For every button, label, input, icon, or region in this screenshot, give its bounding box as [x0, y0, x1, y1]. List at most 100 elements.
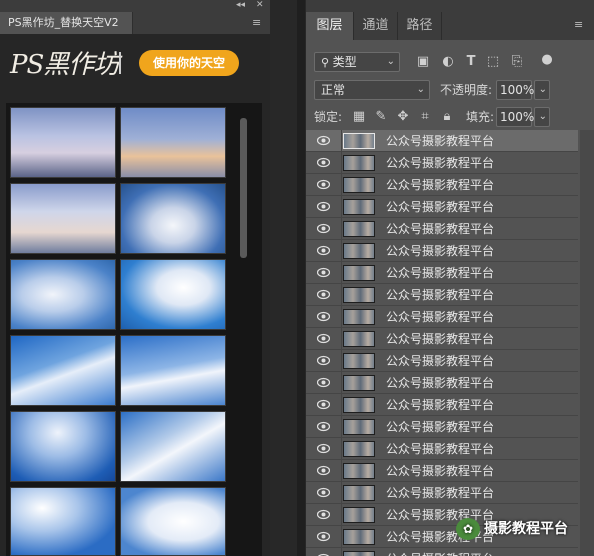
tab-layers[interactable]: 图层 [306, 12, 354, 40]
visibility-toggle[interactable] [306, 284, 342, 306]
filter-type-select[interactable]: ⚲ 类型 ⌄ [314, 52, 400, 72]
layer-row[interactable]: 公众号摄影教程平台 [306, 262, 578, 284]
fill-dropdown[interactable]: ⌄ [534, 107, 550, 127]
layer-thumbnail[interactable] [343, 529, 375, 545]
layer-thumbnail[interactable] [343, 485, 375, 501]
lock-all-icon[interactable]: 🔒︎ [438, 107, 456, 127]
sky-thumbnail[interactable] [120, 107, 226, 178]
lock-image-icon[interactable]: ✎ [372, 107, 390, 127]
double-chevron-icon[interactable]: ◂◂ [236, 0, 245, 10]
layer-name[interactable]: 公众号摄影教程平台 [386, 482, 494, 504]
hamburger-menu-icon[interactable]: ≡ [252, 17, 261, 28]
layer-row[interactable]: 公众号摄影教程平台 [306, 240, 578, 262]
layer-name[interactable]: 公众号摄影教程平台 [386, 196, 494, 218]
layer-name[interactable]: 公众号摄影教程平台 [386, 306, 494, 328]
layer-row[interactable]: 公众号摄影教程平台 [306, 152, 578, 174]
sky-thumbnail[interactable] [120, 259, 226, 330]
fill-input[interactable]: 100% [496, 107, 534, 127]
tab-paths[interactable]: 路径 [398, 12, 442, 40]
visibility-toggle[interactable] [306, 306, 342, 328]
layer-name[interactable]: 公众号摄影教程平台 [386, 328, 494, 350]
visibility-toggle[interactable] [306, 548, 342, 556]
layer-row[interactable]: 公众号摄影教程平台 [306, 394, 578, 416]
sky-thumbnail[interactable] [10, 259, 116, 330]
sky-thumbnail[interactable] [10, 107, 116, 178]
tab-sky-replace[interactable]: PS黑作坊_替换天空V2 [0, 12, 133, 34]
image-filter-icon[interactable]: ▣ [414, 52, 432, 72]
lock-artboard-icon[interactable]: ⌗ [416, 107, 434, 127]
layer-name[interactable]: 公众号摄影教程平台 [386, 240, 494, 262]
layer-thumbnail[interactable] [343, 353, 375, 369]
hamburger-menu-icon[interactable]: ≡ [574, 19, 583, 30]
layer-name[interactable]: 公众号摄影教程平台 [386, 416, 494, 438]
sky-thumbnail[interactable] [120, 487, 226, 556]
visibility-toggle[interactable] [306, 218, 342, 240]
close-icon[interactable]: ✕ [256, 0, 264, 10]
visibility-toggle[interactable] [306, 526, 342, 548]
layer-row[interactable]: 公众号摄影教程平台 [306, 174, 578, 196]
layer-row[interactable]: 公众号摄影教程平台 [306, 284, 578, 306]
layer-thumbnail[interactable] [343, 309, 375, 325]
lock-position-icon[interactable]: ✥ [394, 107, 412, 127]
visibility-toggle[interactable] [306, 394, 342, 416]
sky-thumbnail[interactable] [120, 411, 226, 482]
visibility-toggle[interactable] [306, 152, 342, 174]
layer-thumbnail[interactable] [343, 265, 375, 281]
visibility-toggle[interactable] [306, 438, 342, 460]
opacity-input[interactable]: 100% [496, 80, 534, 100]
layer-row[interactable]: 公众号摄影教程平台 [306, 460, 578, 482]
visibility-toggle[interactable] [306, 350, 342, 372]
layer-name[interactable]: 公众号摄影教程平台 [386, 174, 494, 196]
layer-name[interactable]: 公众号摄影教程平台 [386, 284, 494, 306]
sky-thumbnail[interactable] [120, 183, 226, 254]
visibility-toggle[interactable] [306, 372, 342, 394]
layer-thumbnail[interactable] [343, 397, 375, 413]
tab-channels[interactable]: 通道 [354, 12, 398, 40]
layer-thumbnail[interactable] [343, 133, 375, 149]
blend-mode-select[interactable]: 正常 ⌄ [314, 80, 430, 100]
layer-row[interactable]: 公众号摄影教程平台 [306, 416, 578, 438]
layer-row[interactable]: 公众号摄影教程平台 [306, 130, 578, 152]
layer-name[interactable]: 公众号摄影教程平台 [386, 460, 494, 482]
layer-thumbnail[interactable] [343, 463, 375, 479]
layer-thumbnail[interactable] [343, 375, 375, 391]
sky-thumbnail[interactable] [10, 411, 116, 482]
layer-name[interactable]: 公众号摄影教程平台 [386, 350, 494, 372]
layer-row[interactable]: 公众号摄影教程平台 [306, 548, 578, 556]
sky-thumbnail[interactable] [10, 183, 116, 254]
layer-name[interactable]: 公众号摄影教程平台 [386, 218, 494, 240]
shape-filter-icon[interactable]: ⬚ [484, 52, 502, 72]
layer-name[interactable]: 公众号摄影教程平台 [386, 262, 494, 284]
smart-object-filter-icon[interactable]: ⎘ [508, 52, 526, 72]
layer-name[interactable]: 公众号摄影教程平台 [386, 394, 494, 416]
use-your-sky-button[interactable]: 使用你的天空 [139, 50, 239, 76]
visibility-toggle[interactable] [306, 196, 342, 218]
visibility-toggle[interactable] [306, 130, 342, 152]
layer-row[interactable]: 公众号摄影教程平台 [306, 372, 578, 394]
layer-thumbnail[interactable] [343, 155, 375, 171]
visibility-toggle[interactable] [306, 416, 342, 438]
layer-thumbnail[interactable] [343, 419, 375, 435]
layer-name[interactable]: 公众号摄影教程平台 [386, 438, 494, 460]
visibility-toggle[interactable] [306, 482, 342, 504]
layer-thumbnail[interactable] [343, 177, 375, 193]
layer-row[interactable]: 公众号摄影教程平台 [306, 196, 578, 218]
layer-thumbnail[interactable] [343, 441, 375, 457]
layer-thumbnail[interactable] [343, 507, 375, 523]
visibility-toggle[interactable] [306, 240, 342, 262]
adjustment-filter-icon[interactable]: ◐ [439, 52, 457, 72]
layer-name[interactable]: 公众号摄影教程平台 [386, 372, 494, 394]
visibility-toggle[interactable] [306, 504, 342, 526]
sky-thumbnail[interactable] [10, 487, 116, 556]
layer-name[interactable]: 公众号摄影教程平台 [386, 152, 494, 174]
layer-row[interactable]: 公众号摄影教程平台 [306, 350, 578, 372]
layer-thumbnail[interactable] [343, 287, 375, 303]
visibility-toggle[interactable] [306, 460, 342, 482]
layer-thumbnail[interactable] [343, 199, 375, 215]
layer-name[interactable]: 公众号摄影教程平台 [386, 548, 494, 556]
layer-row[interactable]: 公众号摄影教程平台 [306, 482, 578, 504]
layers-scrollbar[interactable] [580, 130, 594, 556]
layer-row[interactable]: 公众号摄影教程平台 [306, 438, 578, 460]
visibility-toggle[interactable] [306, 328, 342, 350]
layer-row[interactable]: 公众号摄影教程平台 [306, 328, 578, 350]
